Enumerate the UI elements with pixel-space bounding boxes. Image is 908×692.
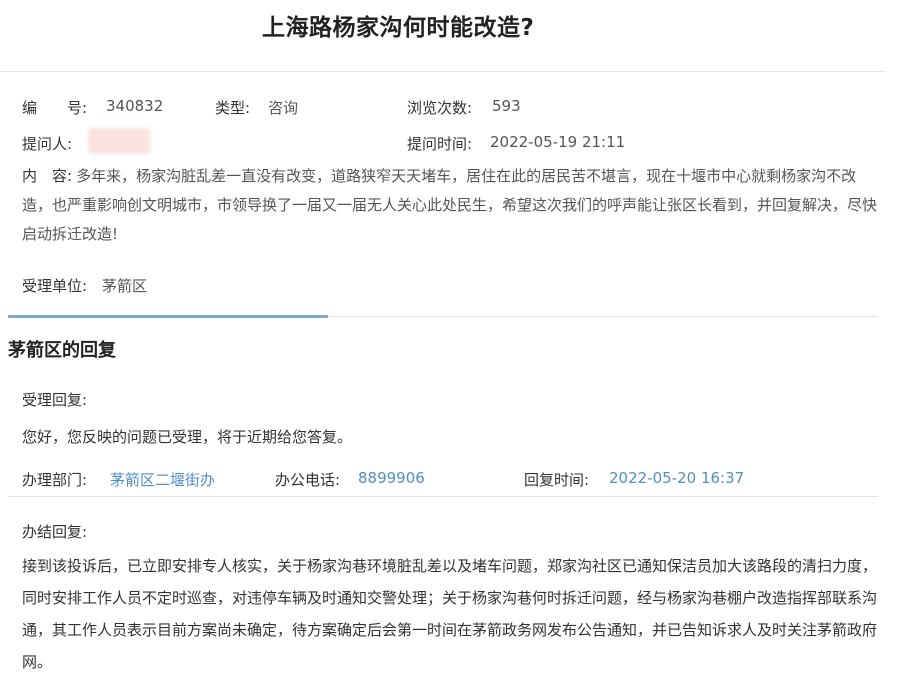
asker-name-masked [88,128,150,154]
type-value: 咨询 [268,99,299,117]
number-value: 340832 [106,97,164,115]
page-title: 上海路杨家沟何时能改造? [262,15,535,41]
accept-reply-text: 您好，您反映的问题已受理，将于近期给您答复。 [22,428,353,446]
content-label: 内 容: [22,167,73,185]
unit-label: 受理单位: [22,277,88,295]
type-label: 类型: [215,99,251,117]
asker-label: 提问人: [22,135,73,153]
question-content: 内 容: 多年来，杨家沟脏乱差一直没有改变，道路狭窄天天堵车，居住在此的居民苦不堪… [22,162,880,249]
unit-value: 茅箭区 [102,277,148,295]
number-label: 编 号: [22,99,88,117]
reply-time-value: 2022-05-20 16:37 [609,469,745,487]
final-reply-label: 办结回复: [22,523,88,541]
dept-label: 办理部门: [22,471,88,489]
ask-time-value: 2022-05-19 21:11 [490,133,626,151]
views-label: 浏览次数: [407,99,473,117]
views-value: 593 [492,97,521,115]
content-text: 多年来，杨家沟脏乱差一直没有改变，道路狭窄天天堵车，居住在此的居民苦不堪言，现在… [22,167,878,243]
ask-time-label: 提问时间: [407,135,473,153]
reply-time-label: 回复时间: [524,471,590,489]
phone-value: 8899906 [358,469,425,487]
reply-section-title: 茅箭区的回复 [8,340,116,361]
divider [0,71,886,72]
dept-value: 茅箭区二堰街办 [110,471,216,489]
final-reply-text: 接到该投诉后，已立即安排专人核实，关于杨家沟巷环境脏乱差以及堵车问题，郑家沟社区… [22,557,878,671]
reply-tab-indicator [8,315,328,318]
accept-reply-label: 受理回复: [22,391,88,409]
phone-label: 办公电话: [275,471,341,489]
